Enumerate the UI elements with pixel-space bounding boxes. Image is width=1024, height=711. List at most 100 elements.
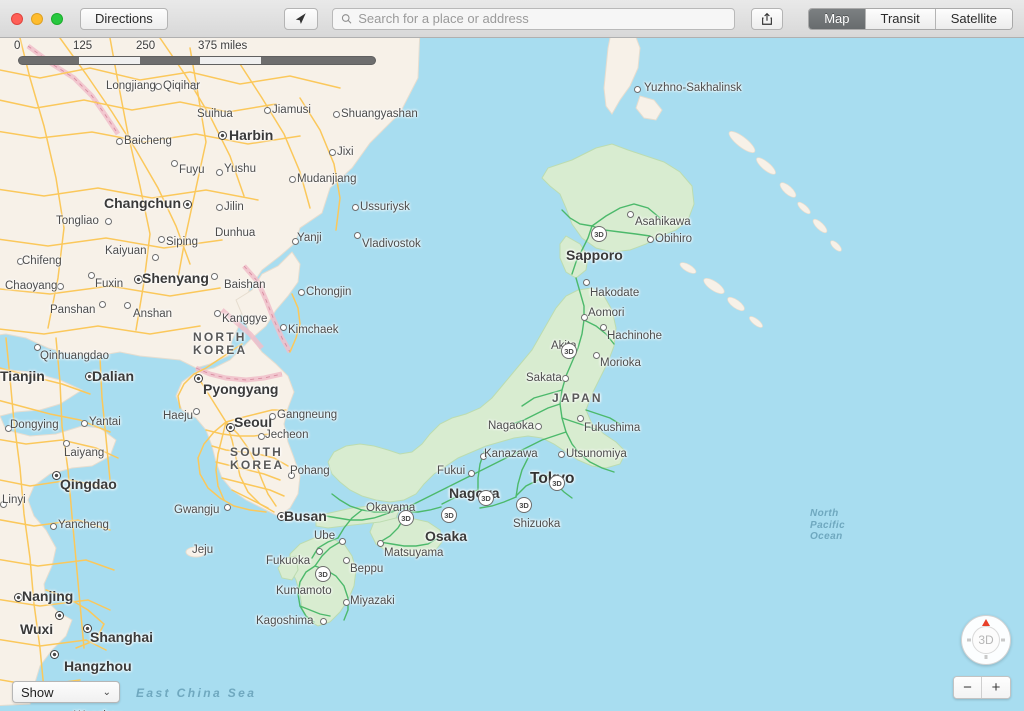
city-label[interactable]: Chifeng xyxy=(22,255,62,267)
city-label[interactable]: Yantai xyxy=(89,416,121,428)
city-marker[interactable] xyxy=(329,149,336,156)
city-marker[interactable] xyxy=(627,211,634,218)
city-marker[interactable] xyxy=(158,236,165,243)
city-label[interactable]: Dunhua xyxy=(215,227,255,239)
city-label[interactable]: Aomori xyxy=(588,307,624,319)
city-marker[interactable] xyxy=(88,272,95,279)
3d-city-badge[interactable]: 3D xyxy=(478,490,494,506)
city-marker[interactable] xyxy=(562,375,569,382)
city-marker[interactable] xyxy=(218,131,227,140)
compass-3d-control[interactable]: 3D xyxy=(961,615,1011,665)
city-marker[interactable] xyxy=(224,504,231,511)
city-marker[interactable] xyxy=(99,301,106,308)
city-marker[interactable] xyxy=(280,324,287,331)
city-marker[interactable] xyxy=(634,86,641,93)
city-marker[interactable] xyxy=(352,204,359,211)
city-label[interactable]: Pohang xyxy=(290,465,330,477)
city-label[interactable]: Yancheng xyxy=(58,519,109,531)
zoom-controls[interactable]: − + xyxy=(953,676,1011,699)
city-marker[interactable] xyxy=(105,218,112,225)
city-marker[interactable] xyxy=(264,107,271,114)
city-label[interactable]: Jeju xyxy=(192,544,213,556)
city-label[interactable]: Shizuoka xyxy=(513,518,560,530)
city-label[interactable]: Kimchaek xyxy=(288,324,339,336)
city-label[interactable]: Pyongyang xyxy=(203,381,278,397)
minimize-button[interactable] xyxy=(31,12,43,25)
city-label[interactable]: Chongjin xyxy=(306,286,351,298)
city-label[interactable]: Nagaoka xyxy=(488,420,534,432)
close-button[interactable] xyxy=(11,12,23,25)
city-label[interactable]: Hakodate xyxy=(590,287,639,299)
city-label[interactable]: Hangzhou xyxy=(64,658,132,674)
city-label[interactable]: Qiqihar xyxy=(163,80,200,92)
city-label[interactable]: Kanazawa xyxy=(484,448,538,460)
city-label[interactable]: Seoul xyxy=(234,414,272,430)
city-label[interactable]: Ussuriysk xyxy=(360,201,410,213)
city-marker[interactable] xyxy=(339,538,346,545)
city-label[interactable]: Harbin xyxy=(229,127,273,143)
zoom-out-button[interactable]: − xyxy=(954,677,982,698)
city-marker[interactable] xyxy=(55,611,64,620)
city-label[interactable]: Kumamoto xyxy=(276,585,332,597)
city-marker[interactable] xyxy=(558,451,565,458)
city-marker[interactable] xyxy=(593,352,600,359)
city-label[interactable]: Miyazaki xyxy=(350,595,395,607)
3d-city-badge[interactable]: 3D xyxy=(398,510,414,526)
city-marker[interactable] xyxy=(183,200,192,209)
city-label[interactable]: Shenyang xyxy=(142,270,209,286)
city-label[interactable]: Laiyang xyxy=(64,447,104,459)
city-marker[interactable] xyxy=(50,650,59,659)
city-label[interactable]: Vladivostok xyxy=(362,238,421,250)
show-popup-button[interactable]: Show ⌄ xyxy=(12,681,120,703)
city-marker[interactable] xyxy=(63,440,70,447)
city-marker[interactable] xyxy=(194,374,203,383)
city-marker[interactable] xyxy=(600,324,607,331)
city-label[interactable]: Linyi xyxy=(2,494,26,506)
city-marker[interactable] xyxy=(583,279,590,286)
city-label[interactable]: Changchun xyxy=(104,195,181,211)
city-marker[interactable] xyxy=(155,83,162,90)
city-marker[interactable] xyxy=(50,523,57,530)
city-label[interactable]: Jixi xyxy=(337,146,354,158)
city-marker[interactable] xyxy=(211,273,218,280)
city-marker[interactable] xyxy=(535,423,542,430)
city-marker[interactable] xyxy=(333,111,340,118)
city-marker[interactable] xyxy=(289,176,296,183)
city-label[interactable]: Hachinohe xyxy=(607,330,662,342)
city-label[interactable]: Haeju xyxy=(163,410,193,422)
city-marker[interactable] xyxy=(647,236,654,243)
city-marker[interactable] xyxy=(298,289,305,296)
city-label[interactable]: Asahikawa xyxy=(635,216,691,228)
city-label[interactable]: Siping xyxy=(166,236,198,248)
city-label[interactable]: Baishan xyxy=(224,279,266,291)
city-label[interactable]: Kanggye xyxy=(222,313,267,325)
city-label[interactable]: Tongliao xyxy=(56,215,99,227)
city-marker[interactable] xyxy=(343,557,350,564)
city-label[interactable]: Jilin xyxy=(224,201,244,213)
zoom-button[interactable] xyxy=(51,12,63,25)
city-label[interactable]: Osaka xyxy=(425,528,467,544)
3d-city-badge[interactable]: 3D xyxy=(549,475,565,491)
city-label[interactable]: Suihua xyxy=(197,108,233,120)
city-label[interactable]: Longjiang xyxy=(106,80,156,92)
tab-satellite[interactable]: Satellite xyxy=(935,8,1012,29)
3d-city-badge[interactable]: 3D xyxy=(315,566,331,582)
city-label[interactable]: Sapporo xyxy=(566,247,623,263)
city-label[interactable]: Kaiyuan xyxy=(105,245,147,257)
city-label[interactable]: Mudanjiang xyxy=(297,173,356,185)
city-marker[interactable] xyxy=(124,302,131,309)
share-icon[interactable] xyxy=(750,7,783,30)
city-label[interactable]: Fukui xyxy=(437,465,465,477)
city-label[interactable]: Chaoyang xyxy=(5,280,57,292)
city-marker[interactable] xyxy=(581,314,588,321)
city-label[interactable]: Dalian xyxy=(92,368,134,384)
city-label[interactable]: Shuangyashan xyxy=(341,108,418,120)
city-label[interactable]: Fukushima xyxy=(584,422,640,434)
3d-city-badge[interactable]: 3D xyxy=(591,226,607,242)
city-marker[interactable] xyxy=(214,310,221,317)
city-marker[interactable] xyxy=(258,433,265,440)
city-marker[interactable] xyxy=(216,169,223,176)
city-marker[interactable] xyxy=(57,283,64,290)
city-label[interactable]: Tianjin xyxy=(0,368,45,384)
city-marker[interactable] xyxy=(171,160,178,167)
